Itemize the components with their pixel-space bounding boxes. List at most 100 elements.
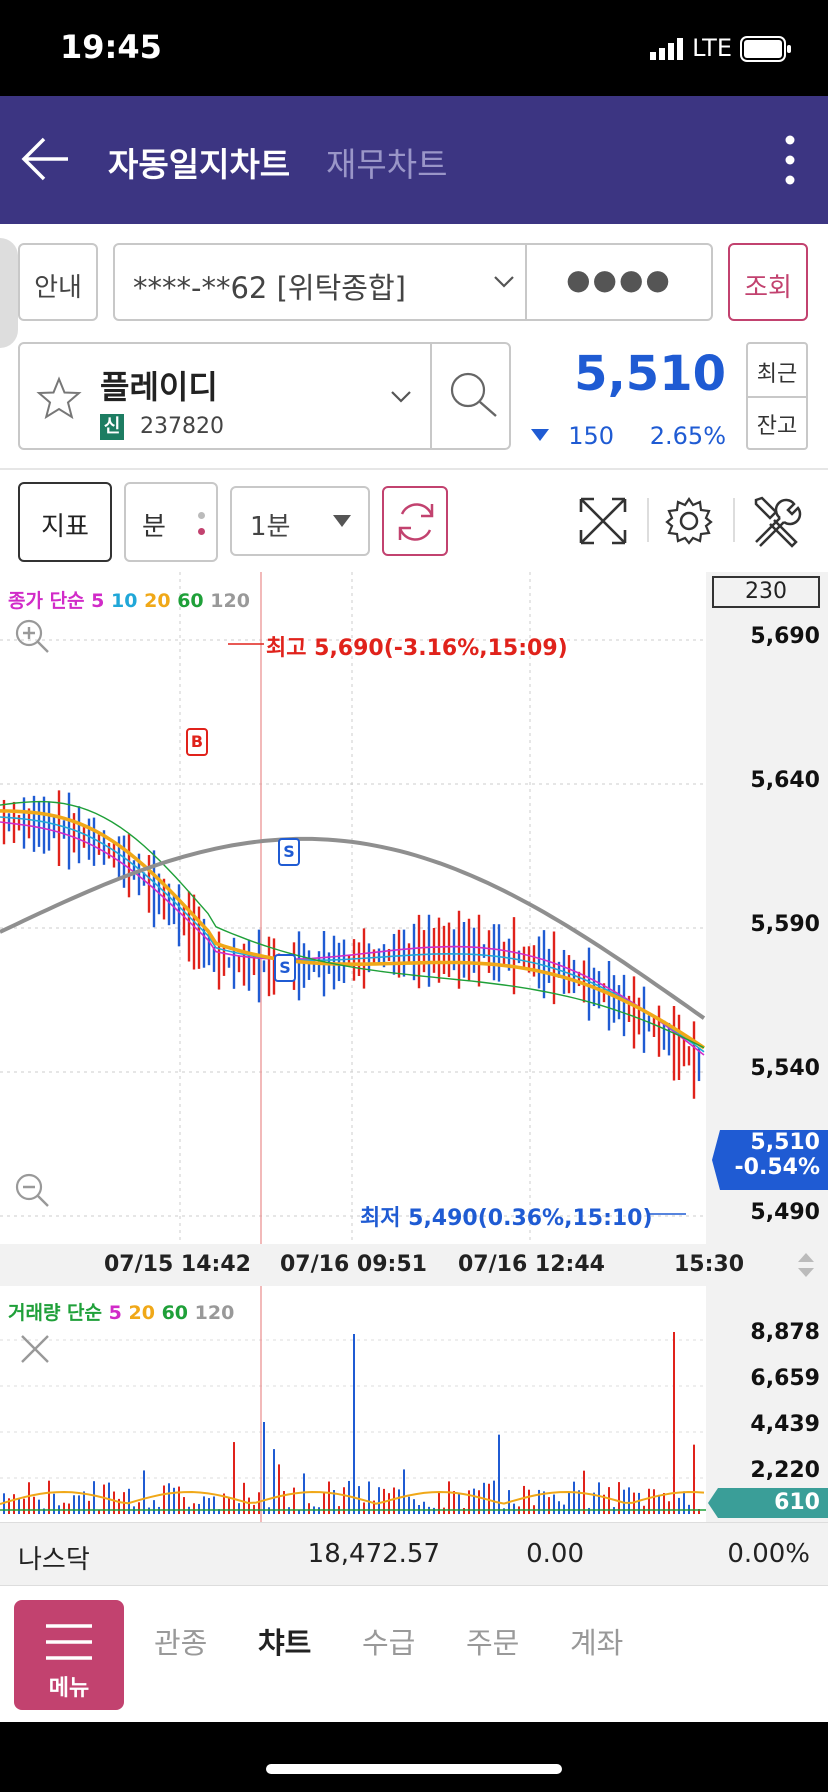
tab-finance-chart[interactable]: 재무차트 [326, 138, 447, 186]
home-bar-area [0, 1722, 828, 1792]
tab-chart[interactable]: 챠트 [258, 1620, 311, 1662]
index-ticker[interactable]: 나스닥 18,472.57 0.00 0.00% [0, 1522, 828, 1586]
down-triangle-icon [531, 429, 549, 441]
vol-y-tick: 8,878 [750, 1320, 820, 1345]
query-button-label: 조회 [744, 273, 792, 303]
vol-legend-ma60: 60 [161, 1302, 189, 1324]
zoom-out-icon[interactable] [12, 1170, 52, 1210]
price-change: 150 [568, 422, 614, 450]
menu-button[interactable]: 메뉴 [14, 1600, 124, 1710]
network-label: LTE [692, 34, 732, 62]
current-price-tag-pct: -0.54% [734, 1155, 820, 1180]
vol-legend-ma120: 120 [194, 1302, 235, 1324]
y-tick-5640: 5,640 [750, 768, 820, 793]
index-name: 나스닥 [18, 1545, 90, 1575]
y-tick-5540: 5,540 [750, 1056, 820, 1081]
stock-code: 237820 [140, 414, 224, 439]
time-axis: 07/15 14:42 07/16 09:51 07/16 12:44 15:3… [0, 1244, 828, 1286]
price-legend: 종가 단순 5 10 20 60 120 [8, 586, 250, 613]
period-unit-label: 분 [142, 512, 166, 542]
more-menu-icon[interactable] [784, 134, 796, 186]
fullscreen-icon[interactable] [578, 496, 628, 546]
guide-button-label: 안내 [34, 273, 82, 303]
guide-button[interactable]: 안내 [18, 243, 98, 321]
sell-marker: S [278, 838, 300, 866]
volume-legend-prefix: 거래량 단순 [8, 1302, 103, 1324]
legend-ma120: 120 [210, 590, 250, 612]
tab-watchlist[interactable]: 관종 [154, 1620, 207, 1662]
search-icon[interactable] [448, 370, 500, 422]
interval-select[interactable]: 1분 [230, 486, 370, 556]
caret-down-icon [333, 515, 351, 527]
legend-ma5: 5 [91, 590, 105, 612]
index-change-pct: 0.00% [727, 1539, 810, 1569]
current-price-tag-value: 5,510 [750, 1130, 820, 1155]
account-select[interactable]: ****-**62 [위탁종합] ●●●● [113, 243, 713, 321]
price-chart-canvas [0, 572, 828, 1244]
recent-button[interactable]: 최근 [748, 356, 806, 388]
tab-auto-chart[interactable]: 자동일지차트 [108, 138, 290, 186]
current-price: 5,510 [574, 346, 726, 402]
chevron-down-icon [494, 276, 514, 288]
legend-ma10: 10 [111, 590, 138, 612]
current-volume-tag: 610 [708, 1488, 828, 1518]
tab-order[interactable]: 주문 [466, 1620, 519, 1662]
signal-icon [650, 38, 683, 60]
volume-chart[interactable]: 거래량 단순 5 20 60 120 8,878 6,659 4,439 2,2… [0, 1286, 828, 1522]
vol-y-tick: 4,439 [750, 1412, 820, 1437]
price-change-pct: 2.65% [649, 422, 726, 450]
recent-balance-toggle[interactable]: 최근 잔고 [746, 342, 808, 450]
side-drawer-handle[interactable] [0, 238, 18, 348]
volume-legend: 거래량 단순 5 20 60 120 [8, 1298, 234, 1325]
price-chart[interactable]: 종가 단순 5 10 20 60 120 230 5,690 5,640 5,5… [0, 572, 828, 1244]
y-tick-5690: 5,690 [750, 624, 820, 649]
indicator-button[interactable]: 지표 [18, 482, 112, 562]
vol-y-tick: 6,659 [750, 1366, 820, 1391]
refresh-button[interactable] [382, 486, 448, 556]
candle-count-box[interactable]: 230 [712, 576, 820, 608]
legend-ma20: 20 [144, 590, 171, 612]
stock-chevron-down-icon [391, 391, 411, 403]
menu-label: 메뉴 [48, 1676, 90, 1701]
high-price-note: 최고 5,690(-3.16%,15:09) [266, 636, 568, 661]
vol-legend-ma5: 5 [108, 1302, 122, 1324]
vol-legend-ma20: 20 [128, 1302, 155, 1324]
balance-button[interactable]: 잔고 [748, 408, 806, 440]
x-tick: 07/16 09:51 [280, 1252, 427, 1277]
indicator-button-label: 지표 [41, 512, 89, 542]
zoom-in-icon[interactable] [12, 616, 52, 656]
app-header: 자동일지차트 재무차트 [0, 96, 828, 224]
y-tick-5490: 5,490 [750, 1200, 820, 1225]
password-field[interactable]: ●●●● [527, 263, 711, 296]
buy-marker: B [186, 728, 208, 756]
query-button[interactable]: 조회 [728, 243, 808, 321]
x-tick: 15:30 [674, 1252, 745, 1277]
star-icon[interactable] [36, 376, 82, 420]
stock-selector[interactable]: 플레이디 신 237820 [18, 342, 511, 450]
stock-name: 플레이디 [100, 368, 218, 406]
account-value: ****-**62 [위탁종합] [133, 271, 406, 305]
low-price-note: 최저 5,490(0.36%,15:10) [360, 1206, 653, 1231]
x-tick: 07/15 14:42 [104, 1252, 251, 1277]
tab-account[interactable]: 계좌 [570, 1620, 623, 1662]
x-tick: 07/16 12:44 [458, 1252, 605, 1277]
close-icon[interactable] [18, 1332, 52, 1366]
resize-handle-icon[interactable] [796, 1250, 816, 1280]
vol-y-tick: 2,220 [750, 1458, 820, 1483]
back-arrow-icon[interactable] [20, 136, 72, 182]
current-price-tag: 5,510 -0.54% [712, 1130, 828, 1190]
period-unit-button[interactable]: 분 [124, 482, 218, 562]
y-tick-5590: 5,590 [750, 912, 820, 937]
interval-value: 1분 [250, 512, 291, 542]
tab-supply-demand[interactable]: 수급 [362, 1620, 415, 1662]
status-bar: 19:45 LTE [0, 0, 828, 96]
legend-ma60: 60 [177, 590, 204, 612]
sell-marker: S [274, 954, 296, 982]
index-change: 0.00 [526, 1539, 584, 1569]
tools-icon[interactable] [750, 494, 804, 548]
home-indicator[interactable] [266, 1764, 562, 1774]
settings-gear-icon[interactable] [664, 496, 714, 546]
credit-badge: 신 [100, 414, 124, 440]
index-value: 18,472.57 [307, 1539, 440, 1569]
battery-icon [740, 36, 791, 62]
